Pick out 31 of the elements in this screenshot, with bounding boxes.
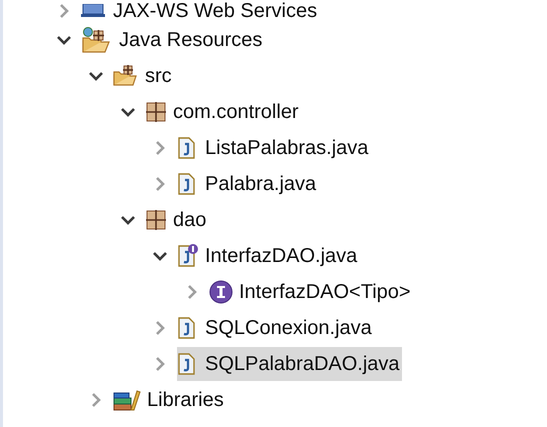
expand-chevron-icon[interactable] [59,3,69,19]
tree-item[interactable]: Java Resources [81,23,264,57]
tree-item[interactable]: JAX-WS Web Services [81,0,320,22]
expand-chevron-icon[interactable] [155,176,165,192]
interface-icon [209,280,233,304]
web-services-icon [81,4,107,18]
tree-item[interactable]: InterfazDAO.java [177,239,360,273]
tree-item[interactable]: dao [145,203,208,237]
selected-tree-item[interactable]: SQLPalabraDAO.java [177,347,402,381]
expand-chevron-icon[interactable] [91,392,101,408]
collapse-chevron-icon[interactable] [56,35,72,45]
expand-chevron-icon[interactable] [155,140,165,156]
collapse-chevron-icon[interactable] [88,71,104,81]
collapse-chevron-icon[interactable] [120,215,136,225]
tree-item[interactable]: Palabra.java [177,167,318,201]
package-icon [145,209,167,231]
tree-item[interactable]: Libraries [113,383,226,417]
tree-item[interactable]: ListaPalabras.java [177,131,370,165]
source-folder-icon [113,65,139,87]
libraries-icon [113,389,141,411]
tree-item[interactable]: InterfazDAO<Tipo> [209,275,413,309]
collapse-chevron-icon[interactable] [120,107,136,117]
java-interface-file-icon [177,244,199,268]
collapse-chevron-icon[interactable] [152,251,168,261]
package-icon [145,101,167,123]
expand-chevron-icon[interactable] [155,356,165,372]
tree-item[interactable]: src [113,59,174,93]
expand-chevron-icon[interactable] [187,284,197,300]
expand-chevron-icon[interactable] [155,320,165,336]
tree-item[interactable]: com.controller [145,95,301,129]
tree-item[interactable]: SQLConexion.java [177,311,374,345]
